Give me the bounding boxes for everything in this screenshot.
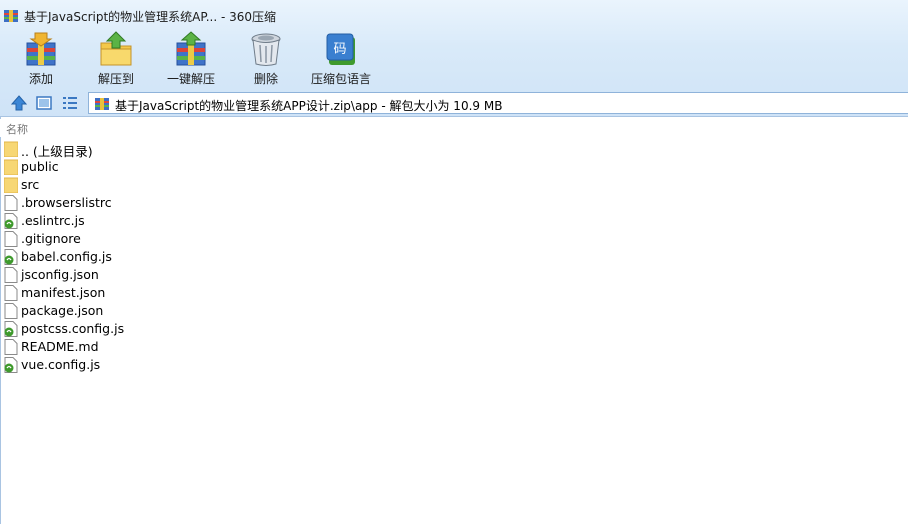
item-name: postcss.config.js [21,321,125,336]
list-header: 名称 [0,119,908,137]
archive-language-icon: 码 [326,33,355,65]
item-name: jsconfig.json [21,267,99,282]
archive-language-label: 压缩包语言 [310,72,371,86]
delete-label: 删除 [253,72,278,86]
column-header-name[interactable]: 名称 [6,121,28,137]
address-bar[interactable]: 基于JavaScript的物业管理系统APP设计.zip\app - 解包大小为… [88,92,908,114]
js-file-icon [4,213,18,229]
list-item[interactable]: .eslintrc.js [0,212,400,230]
toolbar: 添加 解压到 一键解压 删除 码 压缩包语言 [0,30,908,88]
list-item[interactable]: jsconfig.json [0,266,400,284]
one-click-extract-label: 一键解压 [166,72,215,86]
folder-icon [4,159,18,175]
add-archive-icon [26,32,56,66]
extract-to-icon [100,31,132,66]
item-name: vue.config.js [21,357,101,372]
top-chrome: 基于JavaScript的物业管理系统AP... - 360压缩 添加 解压到 [0,0,908,117]
list-item[interactable]: manifest.json [0,284,400,302]
js-file-icon [4,321,18,337]
archive-language-button[interactable]: 码 压缩包语言 [309,30,373,88]
item-name: .eslintrc.js [21,213,85,228]
list-item[interactable]: src [0,176,400,194]
item-name: public [21,159,59,174]
title-bar: 基于JavaScript的物业管理系统AP... - 360压缩 [0,0,908,30]
js-file-icon [4,357,18,373]
item-name: src [21,177,40,192]
item-name: .browserslistrc [21,195,112,210]
item-name: .gitignore [21,231,81,246]
file-icon [4,339,18,355]
file-icon [4,195,18,211]
list-item[interactable]: postcss.config.js [0,320,400,338]
file-icon [4,231,18,247]
list-item[interactable]: .. (上级目录) [0,140,400,159]
list-item[interactable]: .gitignore [0,230,400,248]
one-click-extract-button[interactable]: 一键解压 [162,30,220,88]
add-button[interactable]: 添加 [16,30,66,88]
js-file-icon [4,249,18,265]
folder-icon [4,141,18,157]
svg-text:码: 码 [333,42,346,57]
app-icon [4,10,18,22]
list-item[interactable]: package.json [0,302,400,320]
add-label: 添加 [28,72,53,86]
item-name: README.md [21,339,99,354]
one-click-extract-icon [176,31,206,66]
extract-to-label: 解压到 [97,72,134,86]
window-title: 基于JavaScript的物业管理系统AP... - 360压缩 [24,10,277,24]
delete-trash-icon [251,33,281,66]
list-view-icon[interactable] [61,94,79,112]
item-name: manifest.json [21,285,106,300]
file-icon [4,285,18,301]
item-name: package.json [21,303,104,318]
file-icon [4,303,18,319]
archive-icon [95,98,109,110]
folder-icon [4,177,18,193]
delete-button[interactable]: 删除 [241,30,291,88]
up-arrow-icon[interactable] [10,94,28,112]
file-icon [4,267,18,283]
address-path: 基于JavaScript的物业管理系统APP设计.zip\app - 解包大小为… [115,99,503,113]
extract-to-button[interactable]: 解压到 [91,30,141,88]
list-item[interactable]: README.md [0,338,400,356]
list-item[interactable]: babel.config.js [0,248,400,266]
thumbnail-view-icon[interactable] [35,94,53,112]
list-item[interactable]: .browserslistrc [0,194,400,212]
list-item[interactable]: public [0,158,400,176]
item-name: babel.config.js [21,249,112,264]
address-row: 基于JavaScript的物业管理系统APP设计.zip\app - 解包大小为… [0,91,908,115]
list-item[interactable]: vue.config.js [0,356,400,374]
